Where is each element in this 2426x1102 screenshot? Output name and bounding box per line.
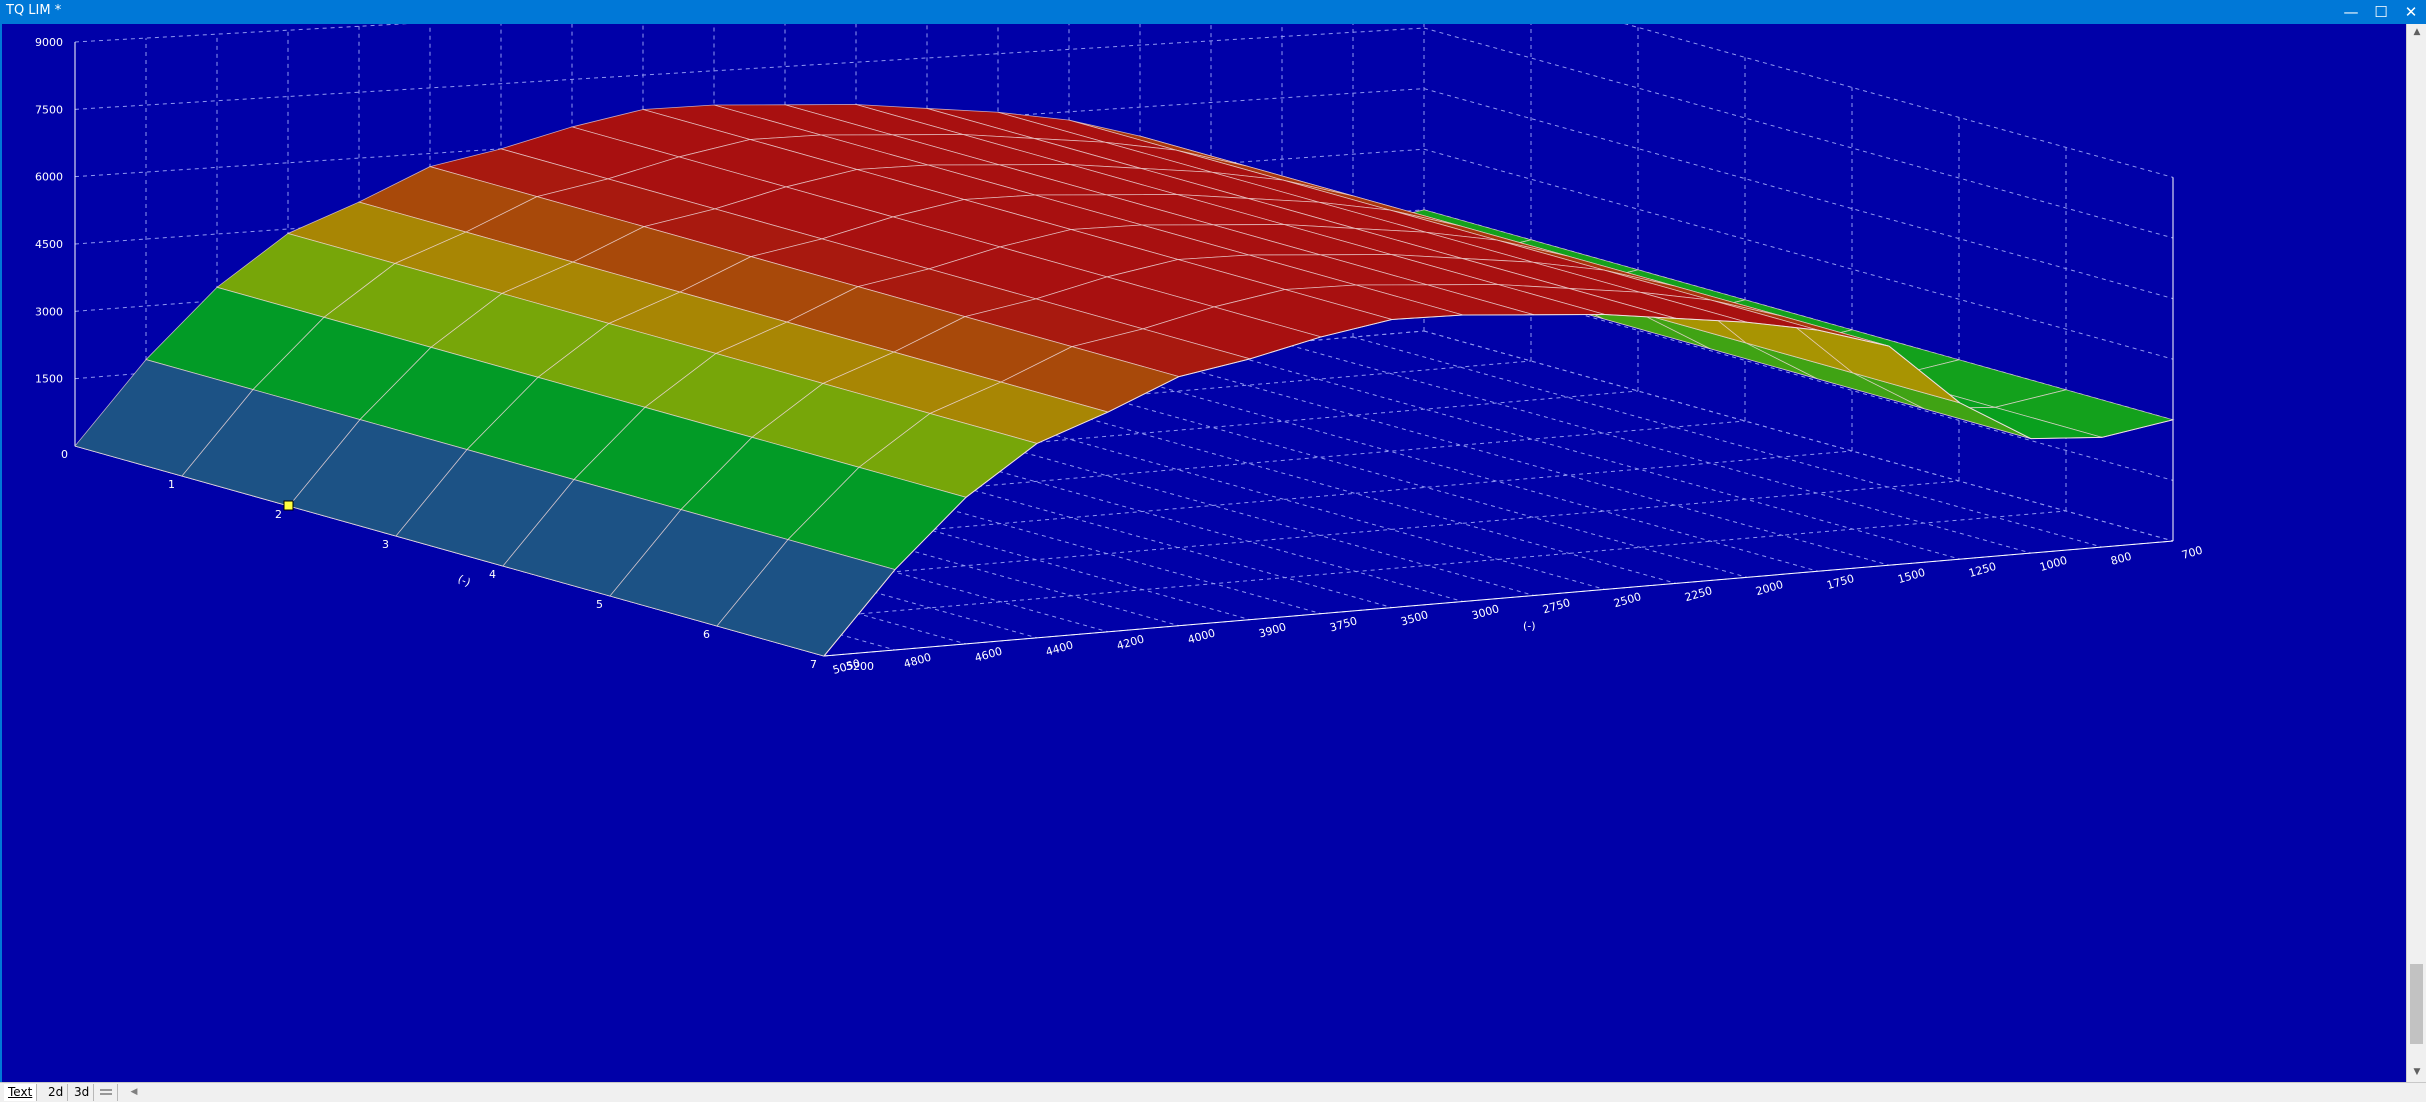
z-tick-label: 6000 — [35, 171, 63, 184]
tab-2d[interactable]: 2d — [44, 1084, 69, 1101]
view-tab-bar: Text 2d 3d ◀ — [0, 1082, 2426, 1102]
scroll-left-icon[interactable]: ◀ — [126, 1084, 142, 1101]
selected-cell-marker[interactable] — [283, 500, 294, 511]
y-tick-label: 800 — [2109, 550, 2133, 568]
y-tick-label: 2500 — [1612, 590, 1642, 610]
y-tick-label: 4000 — [1186, 626, 1216, 646]
minimize-button[interactable]: — — [2336, 0, 2366, 24]
y-tick-label: 3750 — [1328, 614, 1358, 634]
x-tick-label: 3 — [382, 538, 389, 551]
y-tick-label: 2000 — [1754, 578, 1784, 598]
x-tick-label: 1 — [168, 478, 175, 491]
x-tick-label: 5 — [596, 598, 603, 611]
window-title: TQ LIM * — [6, 3, 62, 18]
x-axis-label: (-) — [456, 572, 473, 589]
y-tick-label: 2250 — [1683, 584, 1713, 604]
z-tick-label: 4500 — [35, 238, 63, 251]
y-tick-label: 1250 — [1967, 560, 1997, 580]
y-tick-label: 3500 — [1399, 608, 1429, 628]
grid-line — [74, 27, 1425, 110]
y-tick-label: 3000 — [1470, 602, 1500, 622]
vertical-scrollbar[interactable]: ▲ ▼ — [2406, 24, 2426, 1082]
y-origin-label: 5200 — [846, 660, 874, 673]
scroll-down-icon[interactable]: ▼ — [2407, 1064, 2426, 1080]
surface — [74, 104, 2175, 657]
y-tick-label: 1500 — [1896, 566, 1926, 586]
scroll-up-icon[interactable]: ▲ — [2407, 24, 2426, 40]
plot-area[interactable]: 1500 3000 4500 6000 7500 9000 0 1 2 3 4 5 6 7 (-) 5050 4… — [0, 0, 2406, 1082]
y-tick-label: 700 — [2180, 544, 2204, 562]
grid-line — [1068, 360, 1819, 572]
y-tick-label: 4600 — [973, 645, 1003, 665]
x-tick-label: 0 — [61, 448, 68, 461]
z-tick-label: 7500 — [35, 103, 63, 116]
tab-3d[interactable]: 3d — [70, 1084, 95, 1101]
surface-chart[interactable]: 15003000450060007500900001234567(-)5050 4… — [2, 0, 2406, 1082]
y-tick-label: 3900 — [1257, 620, 1287, 640]
y-tick-label: 4800 — [902, 651, 932, 671]
x-tick-label: 4 — [489, 568, 496, 581]
grid-line — [1139, 354, 1890, 566]
y-tick-label: 4200 — [1115, 632, 1145, 652]
grid-line — [1538, 0, 2174, 178]
split-handle-icon[interactable] — [96, 1084, 118, 1101]
grid-line — [1423, 27, 2174, 239]
x-tick-label: 6 — [703, 628, 710, 641]
z-tick-label: 9000 — [35, 36, 63, 49]
y-axis-label: (-) — [1523, 620, 1536, 633]
scroll-thumb[interactable] — [2410, 964, 2423, 1044]
axis-line — [823, 540, 2174, 657]
grid-line — [74, 0, 844, 43]
x-tick-label: 2 — [275, 508, 282, 521]
z-tick-label: 1500 — [35, 373, 63, 386]
x-tick-label: 7 — [810, 658, 817, 671]
y-tick-label: 4400 — [1044, 639, 1074, 659]
z-tick-label: 3000 — [35, 305, 63, 318]
close-button[interactable]: ✕ — [2396, 0, 2426, 24]
title-bar: TQ LIM * — ☐ ✕ — [0, 0, 2426, 24]
tab-text[interactable]: Text — [4, 1084, 38, 1101]
maximize-button[interactable]: ☐ — [2366, 0, 2396, 24]
y-tick-label: 2750 — [1541, 596, 1571, 616]
y-tick-label: 1750 — [1825, 572, 1855, 592]
y-tick-label: 1000 — [2038, 554, 2068, 574]
